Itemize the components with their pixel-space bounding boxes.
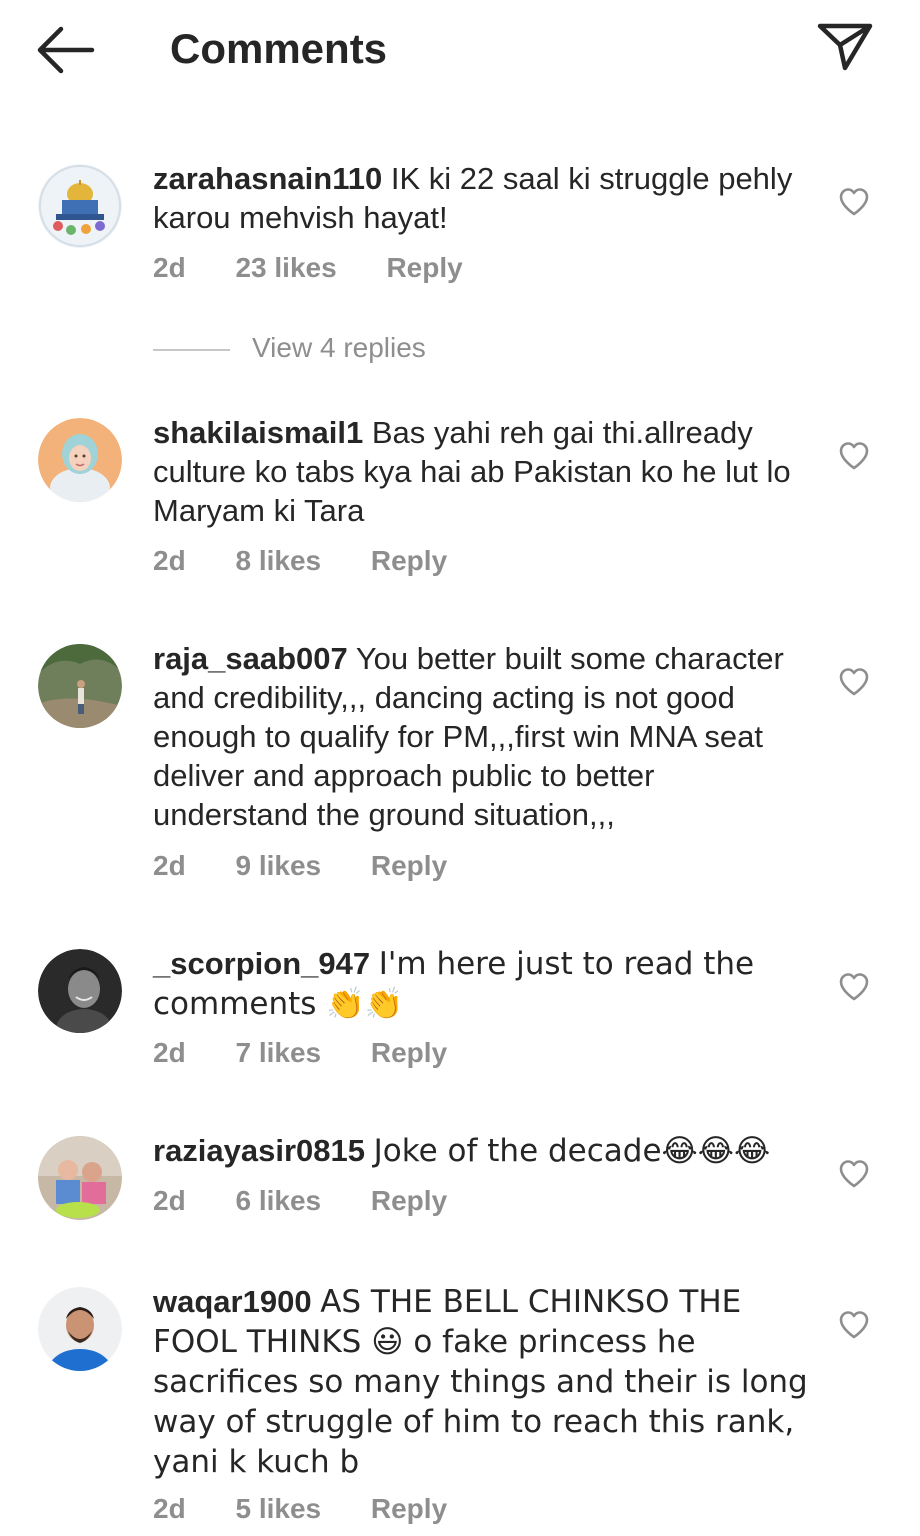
avatar[interactable] <box>38 949 122 1033</box>
comment-meta: 2d 7 likes Reply <box>153 1036 489 1070</box>
like-heart-icon[interactable] <box>838 667 870 697</box>
comment-body: _scorpion_947 I'm here just to read the … <box>153 944 818 1024</box>
comment-age: 2d <box>153 1493 186 1524</box>
page-title: Comments <box>170 25 388 72</box>
like-heart-icon[interactable] <box>838 1159 870 1189</box>
comment-likes[interactable]: 5 likes <box>235 1492 321 1526</box>
back-arrow-icon[interactable] <box>34 24 98 76</box>
man-in-forest-photo-icon <box>38 644 122 728</box>
comment-likes[interactable]: 8 likes <box>235 544 321 578</box>
comment-age: 2d <box>153 850 186 881</box>
comment-age: 2d <box>153 1185 186 1216</box>
comment-likes[interactable]: 23 likes <box>235 251 336 285</box>
replies-divider-line <box>153 348 230 351</box>
comment-age: 2d <box>153 1037 186 1068</box>
comment-meta: 2d 6 likes Reply <box>153 1184 489 1218</box>
avatar[interactable] <box>38 164 122 248</box>
comment-username[interactable]: raja_saab007 <box>153 641 348 676</box>
comment-username[interactable]: raziayasir0815 <box>153 1133 365 1168</box>
reply-button[interactable]: Reply <box>386 251 462 285</box>
like-heart-icon[interactable] <box>838 1310 870 1340</box>
reply-button[interactable]: Reply <box>371 849 447 883</box>
reply-button[interactable]: Reply <box>371 1184 447 1218</box>
comment-body: waqar1900 AS THE BELL CHINKSO THE FOOL T… <box>153 1282 818 1482</box>
top-bar: Comments <box>0 0 920 100</box>
send-direct-icon[interactable] <box>814 18 876 76</box>
reply-button[interactable]: Reply <box>371 1036 447 1070</box>
woman-in-headscarf-photo-icon <box>38 418 122 502</box>
comment-age: 2d <box>153 252 186 283</box>
comment-username[interactable]: shakilaismail1 <box>153 415 363 450</box>
dome-of-the-rock-illustration-icon <box>38 164 122 248</box>
avatar[interactable] <box>38 418 122 502</box>
reply-button[interactable]: Reply <box>371 1492 447 1526</box>
children-photo-icon <box>38 1136 122 1220</box>
avatar[interactable] <box>38 644 122 728</box>
comment-username[interactable]: waqar1900 <box>153 1284 312 1319</box>
avatar[interactable] <box>38 1287 122 1371</box>
comment-age: 2d <box>153 545 186 576</box>
comment-body: raziayasir0815 Joke of the decade😂😂😂 <box>153 1131 818 1171</box>
comment-body: shakilaismail1 Bas yahi reh gai thi.allr… <box>153 413 818 530</box>
comment-meta: 2d 23 likes Reply <box>153 251 505 285</box>
like-heart-icon[interactable] <box>838 187 870 217</box>
comment-body: zarahasnain110 IK ki 22 saal ki struggle… <box>153 159 818 237</box>
comment-meta: 2d 9 likes Reply <box>153 849 489 883</box>
comment-meta: 2d 8 likes Reply <box>153 544 489 578</box>
comment-username[interactable]: zarahasnain110 <box>153 161 382 196</box>
comment-likes[interactable]: 7 likes <box>235 1036 321 1070</box>
view-replies-link[interactable]: View 4 replies <box>153 330 426 366</box>
avatar[interactable] <box>38 1136 122 1220</box>
comment-body: raja_saab007 You better built some chara… <box>153 639 818 834</box>
comment-likes[interactable]: 9 likes <box>235 849 321 883</box>
like-heart-icon[interactable] <box>838 972 870 1002</box>
comment-meta: 2d 5 likes Reply <box>153 1492 489 1526</box>
comment-likes[interactable]: 6 likes <box>235 1184 321 1218</box>
man-black-and-white-photo-icon <box>38 949 122 1033</box>
like-heart-icon[interactable] <box>838 441 870 471</box>
comment-username[interactable]: _scorpion_947 <box>153 946 370 981</box>
reply-button[interactable]: Reply <box>371 544 447 578</box>
view-replies-label[interactable]: View 4 replies <box>252 332 426 363</box>
comment-text: Joke of the decade😂😂😂 <box>373 1133 771 1169</box>
man-blue-shirt-photo-icon <box>38 1287 122 1371</box>
